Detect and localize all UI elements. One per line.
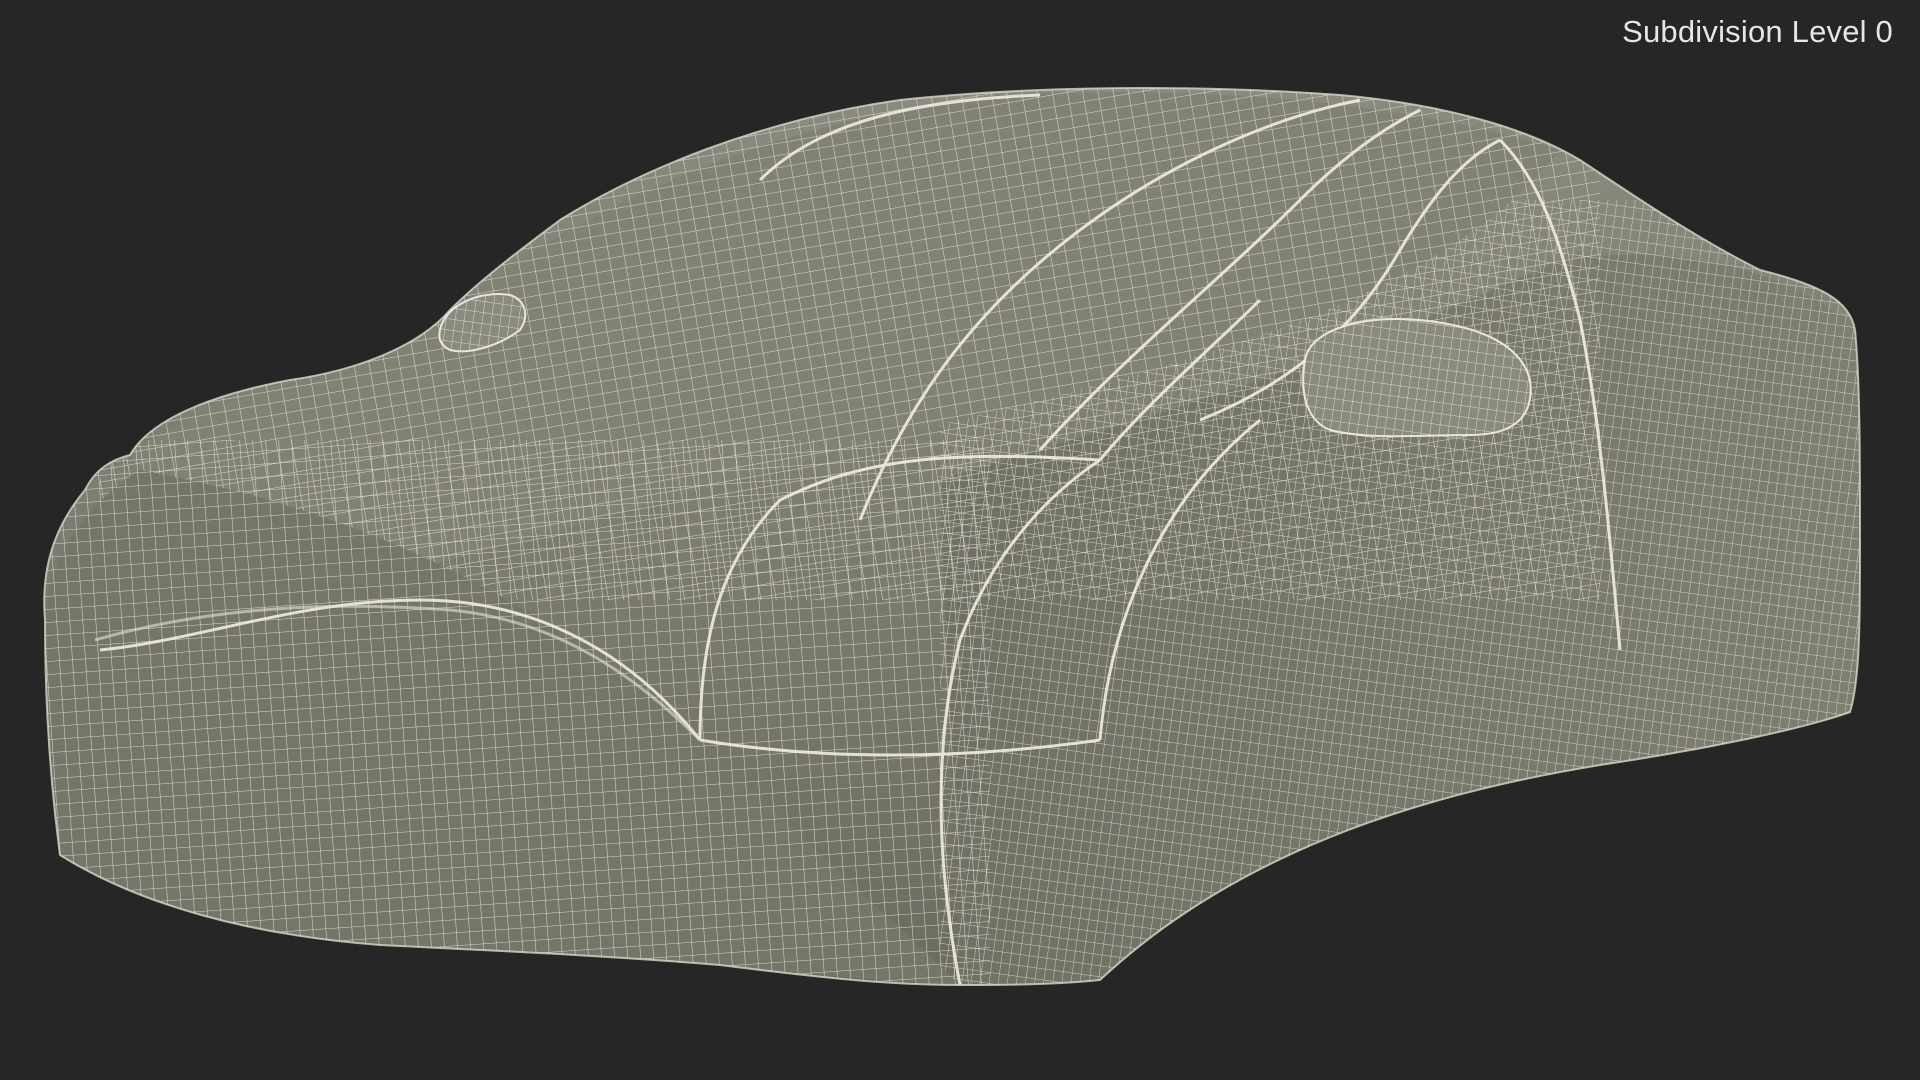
car-body-mesh [43,87,1861,987]
subdivision-level-label: Subdivision Level 0 [1622,14,1893,49]
render-viewport: Subdivision Level 0 [0,0,1920,1080]
car-cover-wireframe-render [43,87,1861,987]
